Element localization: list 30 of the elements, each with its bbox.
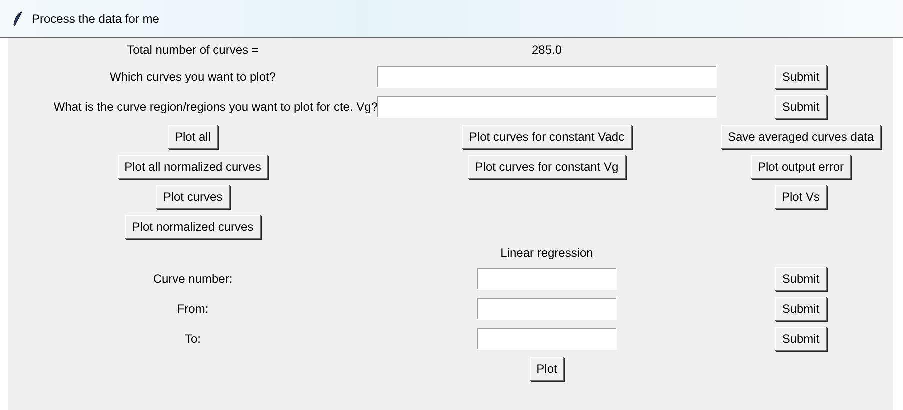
plot-button[interactable]: Plot curves for constant Vg <box>468 155 626 179</box>
window-title: Process the data for me <box>32 12 160 26</box>
plot-button[interactable]: Plot output error <box>750 155 852 179</box>
submit-button[interactable]: Submit <box>775 297 827 321</box>
field-label: To: <box>184 332 201 346</box>
input-field[interactable] <box>377 96 717 118</box>
input-field[interactable] <box>477 268 617 290</box>
plot-button[interactable]: Plot <box>530 357 564 381</box>
total-curves-value: 285.0 <box>532 43 562 57</box>
total-curves-label: Total number of curves = <box>127 43 259 57</box>
submit-button[interactable]: Submit <box>775 65 827 89</box>
plot-button[interactable]: Plot Vs <box>774 185 827 209</box>
plot-button[interactable]: Plot curves <box>156 185 230 209</box>
field-label: Which curves you want to plot? <box>110 70 276 84</box>
feather-icon <box>12 10 24 26</box>
field-label: What is the curve region/regions you want to plot for cte. Vg? <box>54 100 378 114</box>
plot-button[interactable]: Plot curves for constant Vadc <box>462 125 632 149</box>
input-field[interactable] <box>377 66 717 88</box>
plot-button[interactable]: Plot all <box>168 125 218 149</box>
section-title: Linear regression <box>500 246 594 260</box>
field-label: From: <box>177 302 209 316</box>
field-label: Curve number: <box>153 272 233 286</box>
submit-button[interactable]: Submit <box>775 95 827 119</box>
plot-button[interactable]: Plot normalized curves <box>125 215 261 239</box>
input-field[interactable] <box>477 328 617 350</box>
input-field[interactable] <box>477 298 617 320</box>
plot-button[interactable]: Save averaged curves data <box>720 125 882 149</box>
submit-button[interactable]: Submit <box>775 267 827 291</box>
plot-button[interactable]: Plot all normalized curves <box>118 155 268 179</box>
submit-button[interactable]: Submit <box>775 327 827 351</box>
